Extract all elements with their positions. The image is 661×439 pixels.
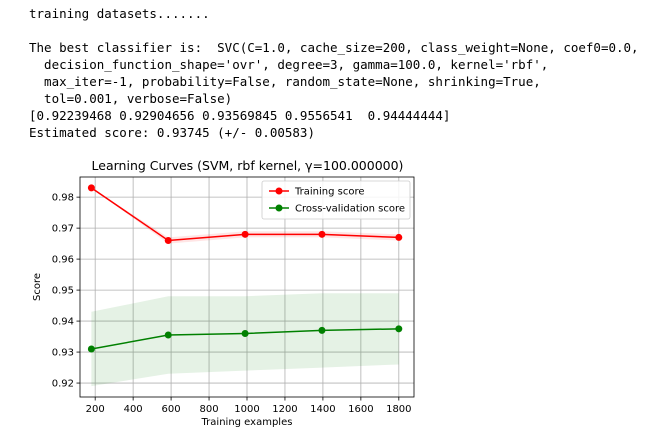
x-axis-ticks: 200 400 600 800 1000 1200 1400 1600 1800 — [86, 397, 412, 415]
x-tick-label: 600 — [162, 404, 181, 415]
y-tick-label: 0.97 — [52, 224, 74, 235]
output-line: tol=0.001, verbose=False) — [29, 91, 233, 106]
data-point — [87, 184, 95, 192]
x-axis-label: Training examples — [201, 417, 293, 428]
x-tick-label: 1000 — [234, 404, 259, 415]
output-line: The best classifier is: SVC(C=1.0, cache… — [29, 40, 639, 55]
y-axis-label: Score — [32, 273, 43, 301]
output-line: training datasets....... — [29, 6, 210, 21]
legend-label: Cross-validation score — [295, 204, 405, 215]
x-tick-label: 1400 — [310, 404, 335, 415]
y-tick-label: 0.96 — [52, 255, 74, 266]
output-line: decision_function_shape='ovr', degree=3,… — [29, 57, 549, 72]
y-tick-label: 0.98 — [52, 193, 74, 204]
x-tick-label: 200 — [86, 404, 105, 415]
data-point — [395, 233, 403, 241]
y-axis-ticks: 0.92 0.93 0.94 0.95 0.96 0.97 0.98 — [52, 193, 80, 390]
legend-swatch-marker — [275, 204, 283, 212]
output-line: Estimated score: 0.93745 (+/- 0.00583) — [29, 125, 315, 140]
legend: Training score Cross-validation score — [261, 180, 411, 220]
y-tick-label: 0.94 — [52, 317, 74, 328]
data-point — [318, 230, 326, 238]
data-point — [164, 237, 172, 245]
legend-swatch-marker — [275, 187, 283, 195]
x-tick-label: 800 — [199, 404, 218, 415]
chart-svg: Learning Curves (SVM, rbf kernel, γ=100.… — [32, 158, 415, 428]
x-tick-label: 1600 — [348, 404, 373, 415]
x-tick-label: 400 — [124, 404, 143, 415]
data-point — [241, 230, 249, 238]
console-output: training datasets....... The best classif… — [29, 5, 639, 141]
data-point — [87, 345, 95, 353]
x-tick-label: 1200 — [272, 404, 297, 415]
output-line: [0.92239468 0.92904656 0.93569845 0.9556… — [29, 108, 451, 123]
data-point — [395, 325, 403, 333]
learning-curve-chart: Learning Curves (SVM, rbf kernel, γ=100.… — [26, 151, 426, 433]
chart-title: Learning Curves (SVM, rbf kernel, γ=100.… — [92, 158, 404, 173]
data-point — [241, 329, 249, 337]
x-tick-label: 1800 — [386, 404, 411, 415]
y-tick-label: 0.95 — [52, 286, 74, 297]
std-band-1 — [91, 293, 399, 387]
y-tick-label: 0.93 — [52, 348, 74, 359]
y-tick-label: 0.92 — [52, 379, 74, 390]
output-line: max_iter=-1, probability=False, random_s… — [29, 74, 541, 89]
data-point — [318, 326, 326, 334]
legend-label: Training score — [294, 187, 365, 198]
data-point — [164, 331, 172, 339]
